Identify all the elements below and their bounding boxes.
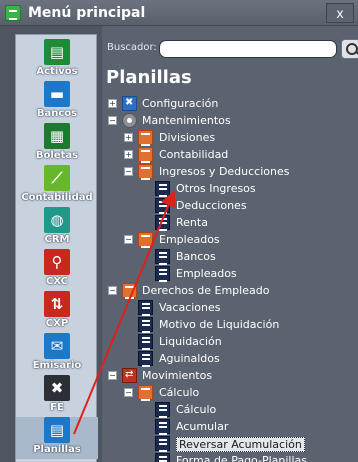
globe-icon: ◍ — [44, 207, 70, 233]
sidebar-item-activos[interactable]: ▤ Activos — [16, 39, 98, 81]
module-sidebar: ▤ Activos ▬ Bancos ▦ Boletas ⟋ Contabilidad ◍ CRM… — [15, 34, 98, 462]
form-icon — [155, 453, 170, 462]
sidebar-item-label: Contabilidad — [21, 192, 93, 203]
sidebar-item-bancos[interactable]: ▬ Bancos — [16, 81, 98, 123]
sidebar-item-label: CRM — [44, 234, 70, 245]
tree-item[interactable]: Liquidación — [159, 335, 222, 348]
tree-item[interactable]: Acumular — [176, 420, 228, 433]
sidebar-item-cxp[interactable]: ⇅ CXP — [16, 291, 98, 333]
tree-item[interactable]: Contabilidad — [159, 148, 228, 161]
main-panel: Buscador: Planillas + Configuración − Mante… — [102, 34, 358, 462]
tree-item[interactable]: Configuración — [142, 97, 218, 110]
tree-item[interactable]: Divisiones — [159, 131, 215, 144]
cash-register-icon: ▤ — [44, 39, 70, 65]
sidebar-item-label: FE — [50, 402, 64, 413]
folder-icon — [138, 147, 153, 163]
search-row: Buscador: — [102, 39, 358, 59]
tree-item[interactable]: Aguinaldos — [159, 352, 220, 365]
form-icon — [155, 249, 170, 265]
sidebar-item-fe[interactable]: ✖ FE — [16, 375, 98, 417]
collapse-icon[interactable]: − — [124, 167, 133, 176]
tree-item[interactable]: Movimientos — [142, 369, 212, 382]
tree-item[interactable]: Empleados — [176, 267, 237, 280]
form-icon — [155, 266, 170, 282]
collapse-icon[interactable]: − — [108, 116, 117, 125]
window-title: Menú principal — [28, 4, 146, 21]
briefcase-icon: ▬ — [44, 81, 70, 107]
tree-item[interactable]: Cálculo — [159, 386, 199, 399]
tree-item[interactable]: Empleados — [159, 233, 220, 246]
form-icon — [155, 402, 170, 418]
form-icon — [138, 334, 153, 350]
search-input[interactable] — [159, 40, 337, 58]
expand-icon[interactable]: + — [108, 99, 117, 108]
gear-icon — [122, 113, 137, 128]
folder-icon — [138, 130, 153, 146]
sidebar-item-cxc[interactable]: ⚲ CXC — [16, 249, 98, 291]
tree-item[interactable]: Vacaciones — [159, 301, 221, 314]
tree-item[interactable]: Derechos de Empleado — [142, 284, 269, 297]
sidebar-item-label: Bancos — [36, 108, 78, 119]
search-icon[interactable] — [341, 39, 358, 59]
page-title: Planillas — [106, 67, 192, 88]
envelope-icon: ✉ — [44, 333, 70, 359]
tree-item[interactable]: Otros Ingresos — [176, 182, 256, 195]
document-chart-icon: ▦ — [44, 123, 70, 149]
tree-item[interactable]: Bancos — [176, 250, 216, 263]
form-icon — [138, 317, 153, 333]
collapse-icon[interactable]: − — [108, 371, 117, 380]
tools-icon: ✖ — [44, 375, 70, 401]
sidebar-item-crm[interactable]: ◍ CRM — [16, 207, 98, 249]
folder-icon — [138, 232, 153, 248]
window-titlebar: Menú principal x — [0, 0, 358, 26]
tree-item[interactable]: Reversar Acumulación — [176, 437, 305, 452]
sidebar-item-label: CXP — [45, 318, 69, 329]
expand-icon[interactable]: + — [124, 133, 133, 142]
sidebar-item-boletas[interactable]: ▦ Boletas — [16, 123, 98, 165]
folder-icon — [138, 164, 153, 180]
form-icon — [155, 436, 170, 452]
exchange-icon: ⇅ — [44, 291, 70, 317]
form-icon — [155, 419, 170, 435]
search-label: Buscador: — [107, 42, 157, 53]
tree-item[interactable]: Renta — [176, 216, 208, 229]
tree-item[interactable]: Ingresos y Deducciones — [159, 165, 290, 178]
sidebar-item-label: CXC — [45, 276, 69, 287]
sidebar-item-label: Boletas — [35, 150, 79, 161]
folder-icon — [138, 385, 153, 401]
folder-icon — [122, 283, 137, 299]
tree-item[interactable]: Cálculo — [176, 403, 216, 416]
sidebar-item-label: Planillas — [33, 444, 81, 455]
sidebar-item-emisario[interactable]: ✉ Emisario — [16, 333, 98, 375]
sidebar-item-label: Emisario — [32, 360, 82, 371]
form-icon — [155, 198, 170, 214]
form-icon — [138, 300, 153, 316]
collapse-icon[interactable]: − — [124, 235, 133, 244]
app-icon — [5, 4, 21, 21]
line-chart-icon: ⟋ — [44, 165, 70, 191]
shuffle-icon — [122, 368, 137, 383]
close-button[interactable]: x — [326, 3, 354, 23]
tree-item[interactable]: Motivo de Liquidación — [159, 318, 279, 331]
sidebar-item-contabilidad[interactable]: ⟋ Contabilidad — [16, 165, 98, 207]
collapse-icon[interactable]: − — [124, 388, 133, 397]
expand-icon[interactable]: + — [124, 150, 133, 159]
person-cart-icon: ⚲ — [44, 249, 70, 275]
tree-item[interactable]: Mantenimientos — [142, 114, 231, 127]
payroll-icon: ▤ — [44, 417, 70, 443]
sidebar-item-label: Activos — [36, 66, 78, 77]
tree-item[interactable]: Deducciones — [176, 199, 247, 212]
config-icon — [122, 96, 137, 111]
collapse-icon[interactable]: − — [108, 286, 117, 295]
sidebar-item-planillas[interactable]: ▤ Planillas — [16, 417, 98, 459]
tree-item[interactable]: Forma de Pago-Planillas Acumulad — [176, 454, 358, 462]
form-icon — [138, 351, 153, 367]
form-icon — [155, 181, 170, 197]
form-icon — [155, 215, 170, 231]
